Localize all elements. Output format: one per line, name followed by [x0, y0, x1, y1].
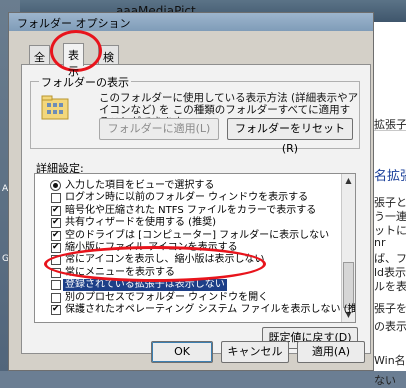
dialog-titlebar[interactable]: フォルダー オプション [9, 13, 373, 31]
checkbox[interactable] [51, 267, 61, 278]
apply-to-folders-button[interactable]: フォルダーに適用(L) [99, 118, 219, 140]
checkbox[interactable] [51, 216, 61, 229]
advanced-setting-row[interactable]: 共有ウィザードを使用する (推奨) [35, 216, 341, 229]
advanced-setting-row[interactable]: 空のドライブは [コンピューター] フォルダーに表示しない [35, 229, 341, 242]
checkbox[interactable] [51, 303, 61, 315]
advanced-setting-label: 縮小版にファイル アイコンを表示する [65, 242, 238, 253]
checkbox[interactable] [51, 193, 61, 204]
folder-view-group-label: フォルダーの表示 [39, 74, 131, 90]
bg-text: ない [374, 374, 396, 387]
advanced-setting-label: 登録されている拡張子は表示しない [63, 279, 227, 292]
bg-heading: 名拡張 [374, 169, 406, 184]
tab-search[interactable]: 検索 [98, 45, 119, 80]
checkbox[interactable] [51, 229, 61, 241]
advanced-setting-label: 空のドライブは [コンピューター] フォルダーに表示しない [65, 229, 330, 241]
checkbox[interactable] [51, 292, 61, 303]
advanced-setting-row[interactable]: 保護されたオペレーティング システム ファイルを表示しない (推奨) [35, 303, 355, 316]
apply-button[interactable]: 適用(A) [297, 341, 365, 363]
folder-view-icon [41, 95, 69, 120]
bg-text: ルを表 [374, 280, 406, 293]
checkbox[interactable] [51, 255, 61, 266]
advanced-setting-label: 別のプロセスでフォルダー ウィンドウを開く [65, 291, 269, 303]
bg-text: Win名拡 [374, 354, 406, 367]
advanced-setting-label: 入力した項目をビューで選択する [65, 180, 215, 191]
scroll-thumb[interactable] [343, 262, 354, 308]
background-document: 拡張子 名拡張 張子と う一連 ットに nr ば、フ ld表示 ルを表 張子を … [372, 22, 406, 387]
advanced-setting-row[interactable]: 暗号化や圧縮された NTFS ファイルをカラーで表示する [35, 204, 341, 217]
folder-view-group: フォルダーの表示 このフォルダーに使用している表示方法 (詳細表示やアイコンなど… [30, 74, 360, 155]
folder-options-dialog: フォルダー オプション 全般 表示 検索 フォルダーの表示 このフォルダーに使用… [8, 12, 374, 371]
advanced-setting-label: 保護されたオペレーティング システム ファイルを表示しない (推奨) [65, 304, 356, 315]
bg-text: 張子を [374, 302, 406, 315]
scroll-up-icon[interactable]: ▲ [342, 174, 355, 188]
checkbox[interactable] [51, 241, 61, 253]
view-tab-page: フォルダーの表示 このフォルダーに使用している表示方法 (詳細表示やアイコンなど… [21, 64, 371, 354]
cancel-button[interactable]: キャンセル [221, 341, 289, 363]
advanced-setting-row[interactable]: 登録されている拡張子は表示しない [35, 279, 341, 292]
advanced-setting-row[interactable]: 常にメニューを表示する [35, 267, 341, 279]
advanced-setting-row[interactable]: ログオン時に以前のフォルダー ウィンドウを表示する [35, 192, 341, 204]
advanced-setting-label: ログオン時に以前のフォルダー ウィンドウを表示する [65, 192, 309, 204]
advanced-setting-label: 常にアイコンを表示し、縮小版は表示しない [65, 254, 265, 266]
advanced-setting-row[interactable]: 縮小版にファイル アイコンを表示する [35, 241, 341, 254]
bg-text: nr [374, 236, 386, 249]
reset-folders-button[interactable]: フォルダーをリセット(R) [227, 118, 353, 155]
tab-general[interactable]: 全般 [29, 45, 50, 80]
advanced-setting-row[interactable]: 入力した項目をビューで選択する [35, 180, 341, 192]
bg-text: の表示 [374, 320, 406, 333]
advanced-setting-label: 共有ウィザードを使用する (推奨) [65, 217, 216, 229]
vertical-scrollbar[interactable]: ▲ ▼ [341, 174, 355, 322]
bg-text: 拡張子 [374, 118, 406, 131]
advanced-settings-list[interactable]: ▲ ▼ 入力した項目をビューで選択する ログオン時に以前のフォルダー ウィンドウを… [34, 173, 356, 323]
checkbox[interactable] [51, 280, 61, 291]
advanced-setting-row[interactable]: 常にアイコンを表示し、縮小版は表示しない [35, 254, 341, 266]
advanced-setting-label: 暗号化や圧縮された NTFS ファイルをカラーで表示する [65, 204, 317, 216]
ok-button[interactable]: OK [151, 341, 213, 363]
advanced-setting-row[interactable]: 別のプロセスでフォルダー ウィンドウを開く [35, 292, 341, 304]
advanced-setting-label: 常にメニューを表示する [65, 266, 175, 278]
dialog-title: フォルダー オプション [17, 17, 131, 30]
checkbox[interactable] [51, 204, 61, 216]
tab-view[interactable]: 表示 [63, 43, 84, 78]
radio-button[interactable] [50, 180, 61, 191]
